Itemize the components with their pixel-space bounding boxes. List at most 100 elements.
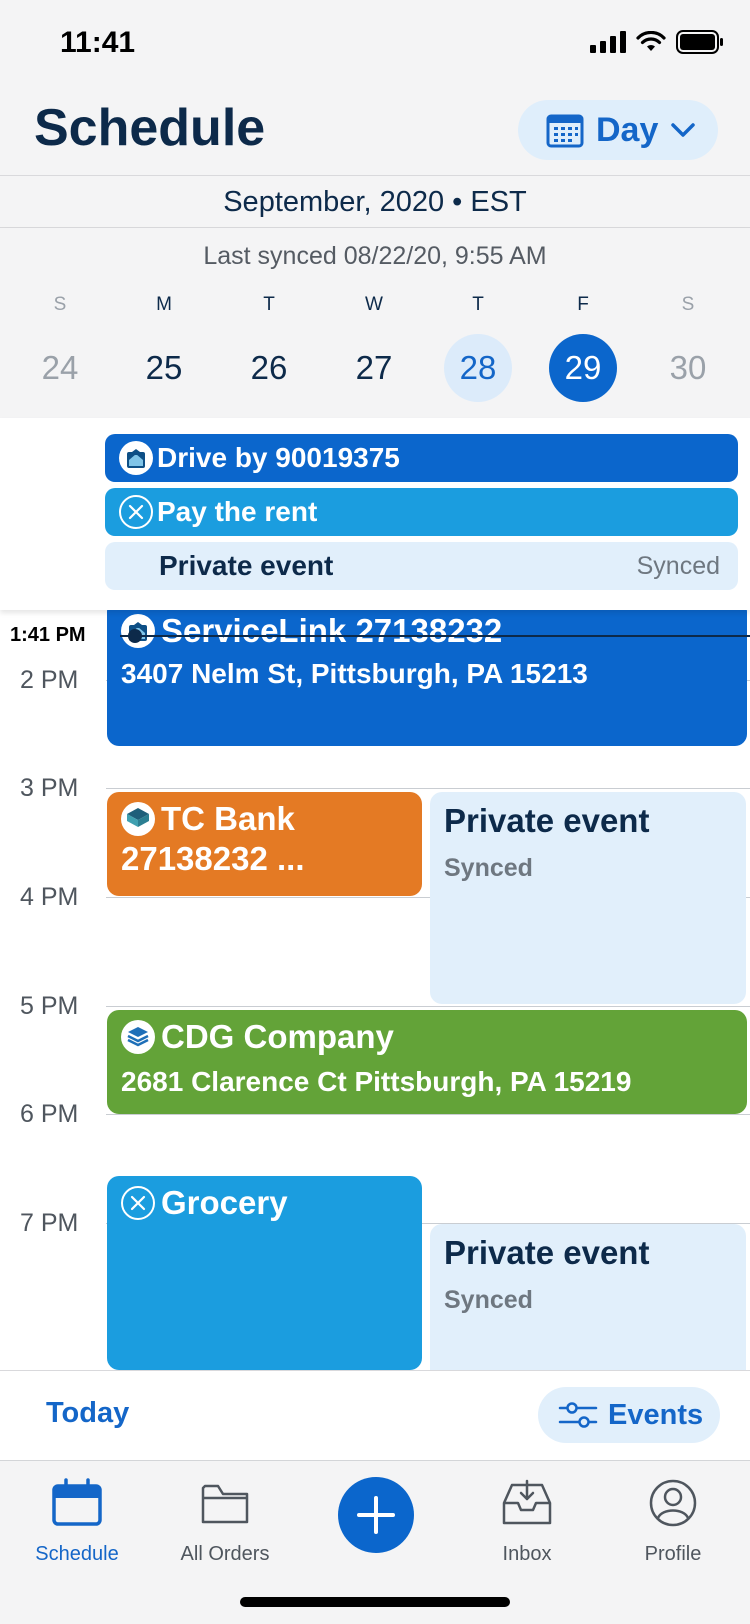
day-of-week: F	[577, 294, 589, 315]
header: Schedule Day	[0, 90, 750, 176]
day-cell[interactable]: T 26	[219, 294, 319, 402]
folder-icon	[201, 1484, 249, 1524]
hour-line	[106, 1006, 750, 1007]
all-day-event-drive-by[interactable]: Drive by 90019375	[105, 434, 738, 482]
event-private[interactable]: Private event Synced	[430, 1224, 746, 1370]
hour-line	[106, 1114, 750, 1115]
hour-label: 2 PM	[20, 666, 79, 694]
day-of-week: T	[263, 294, 275, 315]
event-grocery[interactable]: Grocery	[107, 1176, 422, 1370]
view-mode-label: Day	[596, 110, 659, 149]
tab-label: Profile	[644, 1543, 702, 1565]
synced-label: Synced	[636, 551, 720, 580]
status-time: 11:41	[60, 26, 136, 59]
cancel-circle-icon	[121, 1186, 155, 1220]
hour-label: 3 PM	[20, 774, 79, 802]
tab-bar: Schedule All Orders Inbox Profile	[0, 1460, 750, 1624]
event-title: CDG Company	[161, 1018, 394, 1055]
event-title: Private event	[444, 802, 650, 839]
add-button[interactable]	[338, 1477, 414, 1553]
event-address: 2681 Clarence Ct Pittsburgh, PA 15219	[121, 1066, 632, 1097]
all-day-event-title: Drive by 90019375	[157, 442, 400, 473]
company-logo-icon	[121, 1020, 155, 1054]
hour-label: 6 PM	[20, 1100, 79, 1128]
day-of-week: S	[681, 294, 695, 315]
event-title: Grocery	[161, 1184, 288, 1221]
week-strip: Last synced 08/22/20, 9:55 AM S 24 M 25 …	[0, 228, 750, 418]
day-cell[interactable]: M 25	[114, 294, 214, 402]
day-of-week: M	[156, 294, 172, 315]
day-number: 29	[564, 349, 602, 386]
current-time-line	[120, 635, 750, 637]
calendar-icon	[52, 1478, 102, 1526]
cellular-signal-icon	[590, 31, 626, 53]
tab-label: All Orders	[180, 1543, 270, 1565]
day-cell[interactable]: S 24	[10, 294, 110, 402]
hour-label: 4 PM	[20, 883, 79, 911]
day-number: 25	[145, 349, 183, 386]
hour-label: 7 PM	[20, 1209, 79, 1237]
sync-status: Last synced 08/22/20, 9:55 AM	[203, 242, 547, 270]
battery-icon	[676, 30, 723, 54]
synced-label: Synced	[444, 854, 533, 882]
chevron-down-icon	[671, 123, 696, 137]
tab-inbox[interactable]: Inbox	[452, 1475, 602, 1566]
profile-icon	[649, 1479, 697, 1527]
house-badge-icon	[119, 441, 153, 475]
day-of-week: T	[472, 294, 484, 315]
tab-label: Schedule	[35, 1543, 119, 1565]
day-cell-selected[interactable]: F 29	[533, 294, 633, 402]
inbox-icon	[502, 1479, 552, 1525]
hour-label: 5 PM	[20, 992, 79, 1020]
event-title: ServiceLink 27138232	[161, 612, 503, 649]
schedule-footer: Today Events	[0, 1370, 750, 1460]
day-timeline[interactable]: 2 PM 3 PM 4 PM 5 PM 6 PM 7 PM ServiceLin…	[0, 610, 750, 1370]
wifi-icon	[636, 31, 666, 51]
current-time-label: 1:41 PM	[10, 624, 86, 646]
day-cell[interactable]: W 27	[324, 294, 424, 402]
plus-icon	[357, 1496, 395, 1534]
day-of-week: S	[53, 294, 67, 315]
sliders-icon	[558, 1402, 598, 1428]
all-day-event-rent[interactable]: Pay the rent	[105, 488, 738, 536]
event-cdg-company[interactable]: CDG Company 2681 Clarence Ct Pittsburgh,…	[107, 1010, 747, 1114]
all-day-event-title: Private event	[159, 550, 334, 581]
today-button[interactable]: Today	[46, 1397, 129, 1430]
day-cell[interactable]: S 30	[638, 294, 738, 402]
all-day-event-title: Pay the rent	[157, 496, 318, 527]
month-label[interactable]: September, 2020 • EST	[0, 176, 750, 228]
hour-line	[106, 788, 750, 789]
event-title: Private event	[444, 1234, 650, 1271]
day-number: 24	[41, 349, 79, 386]
cancel-circle-icon	[119, 495, 153, 529]
tab-all-orders[interactable]: All Orders	[150, 1475, 300, 1566]
status-bar: 11:41	[0, 0, 750, 90]
event-servicelink[interactable]: ServiceLink 27138232 3407 Nelm St, Pitts…	[107, 610, 747, 746]
tab-profile[interactable]: Profile	[598, 1475, 748, 1566]
bank-logo-icon	[121, 802, 155, 836]
event-address: 3407 Nelm St, Pittsburgh, PA 15213	[121, 658, 588, 689]
calendar-grid-icon	[546, 114, 584, 148]
event-title: TC Bank	[161, 800, 295, 837]
synced-label: Synced	[444, 1286, 533, 1314]
tab-schedule[interactable]: Schedule	[2, 1475, 152, 1566]
events-filter-button[interactable]: Events	[538, 1387, 720, 1443]
event-private[interactable]: Private event Synced	[430, 792, 746, 1004]
page-title: Schedule	[34, 99, 266, 157]
event-subtitle: 27138232 ...	[121, 840, 305, 877]
day-number: 30	[669, 349, 707, 386]
tab-label: Inbox	[502, 1543, 552, 1565]
day-of-week: W	[365, 294, 383, 315]
all-day-event-private[interactable]: Private event Synced	[105, 542, 738, 590]
day-number: 28	[459, 349, 497, 386]
day-number: 27	[355, 349, 393, 386]
day-cell-today[interactable]: T 28	[428, 294, 528, 402]
current-time-dot	[128, 629, 142, 643]
view-mode-dropdown[interactable]: Day	[518, 100, 718, 160]
home-indicator	[240, 1597, 510, 1607]
all-day-events: Drive by 90019375 Pay the rent Private e…	[0, 418, 750, 610]
events-label: Events	[608, 1398, 704, 1431]
event-tc-bank[interactable]: TC Bank 27138232 ...	[107, 792, 422, 896]
day-number: 26	[250, 349, 288, 386]
status-icons	[590, 30, 724, 54]
